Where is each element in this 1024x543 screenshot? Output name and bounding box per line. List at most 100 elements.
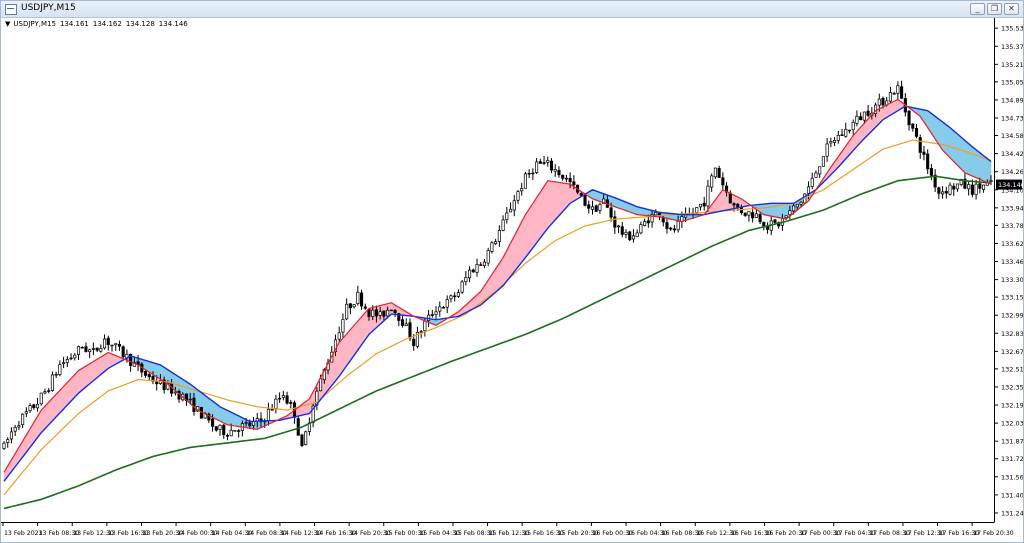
price-tick-label: 131.400 bbox=[1001, 491, 1023, 499]
candle-body bbox=[512, 200, 516, 211]
cloud-segment bbox=[942, 121, 947, 155]
candle-body bbox=[453, 295, 457, 298]
candle-body bbox=[613, 216, 617, 228]
price-chart[interactable]: 135.530 135.370 135.210 135.055 134.895 134.7… bbox=[1, 18, 1023, 542]
open-value: 134.161 bbox=[59, 20, 89, 28]
candle-body bbox=[80, 346, 84, 349]
candle-body bbox=[363, 306, 367, 309]
candle-body bbox=[225, 435, 230, 437]
candle-body bbox=[114, 343, 118, 346]
candle-body bbox=[497, 230, 501, 242]
restore-button[interactable]: ❐ bbox=[987, 3, 1002, 15]
candle-body bbox=[50, 374, 54, 391]
price-tick-label: 131.560 bbox=[1001, 473, 1023, 481]
candle-body bbox=[751, 212, 755, 219]
candle-body bbox=[73, 354, 77, 359]
candle-body bbox=[855, 115, 859, 124]
candle-body bbox=[702, 202, 706, 207]
candle-body bbox=[378, 311, 382, 316]
price-tick-label: 135.055 bbox=[1001, 78, 1023, 86]
candle-body bbox=[360, 292, 364, 307]
candle-body bbox=[590, 206, 595, 210]
candle-body bbox=[792, 205, 796, 212]
candle-body bbox=[367, 308, 371, 317]
candle-body bbox=[881, 97, 885, 106]
candle-body bbox=[851, 121, 855, 131]
price-tick-label: 132.830 bbox=[1001, 330, 1023, 338]
candle-body bbox=[300, 434, 304, 446]
candle-body bbox=[147, 374, 151, 378]
candle-body bbox=[304, 431, 308, 445]
candle-body bbox=[669, 227, 673, 230]
candle-body bbox=[103, 338, 107, 349]
candle-body bbox=[430, 314, 434, 316]
candle-body bbox=[639, 224, 643, 234]
candle-body bbox=[713, 167, 717, 178]
slow-ma-line bbox=[3, 105, 992, 482]
candle-body bbox=[99, 348, 103, 352]
chart-menu-arrow-icon[interactable]: ▼ bbox=[5, 20, 10, 28]
cloud-segment bbox=[949, 126, 955, 163]
cloud-segment bbox=[770, 203, 776, 218]
candle-body bbox=[192, 397, 196, 412]
candle-body bbox=[955, 183, 960, 190]
candle-body bbox=[35, 403, 40, 409]
window-titlebar[interactable]: USDJPY,M15 _ ❐ ✕ bbox=[1, 1, 1023, 18]
candle-body bbox=[237, 430, 241, 432]
candle-body bbox=[672, 228, 676, 231]
candle-body bbox=[337, 332, 341, 340]
candle-body bbox=[143, 370, 148, 376]
candle-body bbox=[356, 291, 360, 304]
candle-body bbox=[564, 177, 568, 180]
cloud-segment bbox=[960, 136, 966, 174]
candle-body bbox=[616, 225, 621, 228]
candle-body bbox=[47, 390, 51, 392]
candle-body bbox=[810, 177, 814, 187]
candle-body bbox=[568, 178, 572, 183]
candle-body bbox=[475, 264, 479, 273]
candle-body bbox=[892, 93, 896, 95]
candle-body bbox=[289, 401, 293, 404]
price-tick-label: 132.035 bbox=[1001, 420, 1023, 428]
price-tick-label: 134.895 bbox=[1001, 96, 1023, 104]
candle-body bbox=[494, 241, 498, 245]
cloud-segment bbox=[946, 124, 951, 159]
candle-body bbox=[914, 128, 919, 137]
candle-body bbox=[319, 378, 323, 392]
close-button[interactable]: ✕ bbox=[1004, 3, 1019, 15]
candle-body bbox=[535, 161, 539, 173]
candle-body bbox=[464, 277, 468, 283]
candle-body bbox=[188, 398, 192, 401]
chart-canvas[interactable]: 135.530 135.370 135.210 135.055 134.895 134.7… bbox=[1, 18, 1023, 542]
price-tick-label: 134.580 bbox=[1001, 132, 1023, 140]
candle-body bbox=[806, 186, 811, 194]
candle-body bbox=[821, 156, 825, 167]
candle-body bbox=[244, 422, 248, 424]
candle-body bbox=[508, 208, 513, 213]
cloud-segment bbox=[968, 142, 973, 177]
candle-body bbox=[527, 172, 531, 175]
cloud-segment bbox=[558, 182, 563, 217]
chart-window: USDJPY,M15 _ ❐ ✕ 135.530135.370135.21013… bbox=[0, 0, 1024, 543]
current-price-label: 134.146 bbox=[998, 181, 1023, 189]
candle-body bbox=[635, 232, 639, 238]
minimize-button[interactable]: _ bbox=[970, 3, 985, 15]
candle-body bbox=[9, 431, 13, 440]
candle-body bbox=[371, 309, 375, 317]
candle-body bbox=[788, 210, 792, 216]
cloud-segment bbox=[81, 365, 87, 391]
time-tick-label: 13 Feb 2023 bbox=[4, 530, 43, 537]
candle-body bbox=[445, 299, 449, 308]
candle-body bbox=[646, 220, 650, 224]
price-tick-label: 133.625 bbox=[1001, 240, 1023, 248]
cloud-segment bbox=[554, 181, 560, 221]
candle-body bbox=[117, 344, 122, 347]
candle-body bbox=[341, 319, 345, 333]
candle-body bbox=[553, 169, 557, 172]
price-tick-label: 133.465 bbox=[1001, 258, 1023, 266]
cloud-segment bbox=[763, 203, 768, 216]
candle-body bbox=[799, 201, 803, 205]
candle-body bbox=[579, 192, 583, 196]
candle-body bbox=[643, 221, 647, 226]
candle-body bbox=[501, 219, 505, 231]
